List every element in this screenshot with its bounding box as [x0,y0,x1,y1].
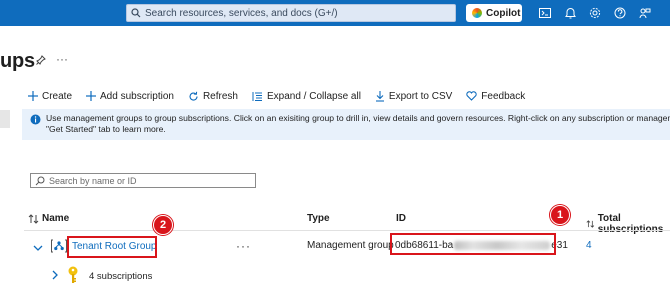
chevron-right-icon[interactable] [52,270,59,283]
expand-collapse-icon [252,91,262,101]
subscriptions-count-label: 4 subscriptions [89,271,153,282]
column-type-label: Type [307,213,330,224]
column-id-label: ID [396,213,406,224]
row-actions-ellipsis[interactable]: ··· [236,239,251,253]
annotation-box-id [390,233,556,255]
copilot-button[interactable]: Copilot [466,4,522,22]
column-name-label: Name [42,213,70,224]
annotation-badge-1: 1 [550,205,570,225]
header-divider [24,230,670,231]
settings-gear-icon[interactable] [588,6,602,20]
create-button[interactable]: Create [28,91,72,102]
info-banner: Use management groups to group subscript… [20,109,670,140]
sort-icon [28,213,39,224]
add-subscription-label: Add subscription [100,90,174,102]
top-bar: Search resources, services, and docs (G+… [0,0,670,26]
feedback-button[interactable]: Feedback [466,91,525,102]
add-subscription-button[interactable]: Add subscription [86,91,174,102]
name-id-filter-input[interactable]: Search by name or ID [30,173,256,188]
left-nav-selection [0,110,10,128]
search-icon [127,8,145,18]
annotation-box-tenant-root [67,236,157,258]
copilot-label: Copilot [486,7,521,19]
global-search-input[interactable]: Search resources, services, and docs (G+… [126,4,456,22]
create-label: Create [42,90,73,102]
expand-collapse-button[interactable]: Expand / Collapse all [252,91,361,102]
search-placeholder: Search resources, services, and docs (G+… [145,7,338,19]
plus-icon [28,91,38,101]
info-icon [30,114,41,128]
column-header-type[interactable]: Type [307,213,330,224]
download-icon [375,90,384,102]
info-banner-line-1: Use management groups to group subscript… [46,113,670,123]
chevron-down-icon[interactable] [33,243,43,255]
info-banner-line-2: "Get Started" tab to learn more. [46,124,166,134]
expand-collapse-label: Expand / Collapse all [266,90,361,102]
type-cell: Management group [307,240,394,251]
more-options-icon[interactable]: ··· [56,52,68,66]
column-header-name[interactable]: Name [28,213,69,224]
column-total-label: Total subscriptions [597,213,664,235]
page-title: ups [0,50,35,72]
refresh-button[interactable]: Refresh [188,91,238,102]
subscription-key-icon [66,266,80,287]
management-group-icon [51,239,67,256]
help-icon[interactable] [613,6,627,20]
refresh-label: Refresh [202,90,238,102]
export-csv-label: Export to CSV [388,90,453,102]
filter-placeholder: Search by name or ID [49,175,137,186]
command-bar: Create Add subscription Refresh Expand /… [28,88,539,104]
heart-icon [466,91,477,101]
refresh-icon [189,91,198,101]
notifications-icon[interactable] [563,6,577,20]
copilot-icon [472,8,482,18]
search-icon [31,176,49,186]
feedback-person-icon[interactable] [638,6,652,20]
info-banner-text: Use management groups to group subscript… [46,113,670,135]
annotation-badge-2: 2 [153,215,173,235]
feedback-label: Feedback [481,90,526,102]
sort-icon [586,220,595,228]
plus-icon [86,91,97,101]
column-header-total-subscriptions[interactable]: Total subscriptions [586,213,670,235]
pin-icon[interactable] [36,55,46,68]
total-subscriptions-count[interactable]: 4 [586,240,592,251]
export-csv-button[interactable]: Export to CSV [375,90,453,102]
column-header-id[interactable]: ID [396,213,406,224]
cloud-shell-icon[interactable] [538,6,552,20]
